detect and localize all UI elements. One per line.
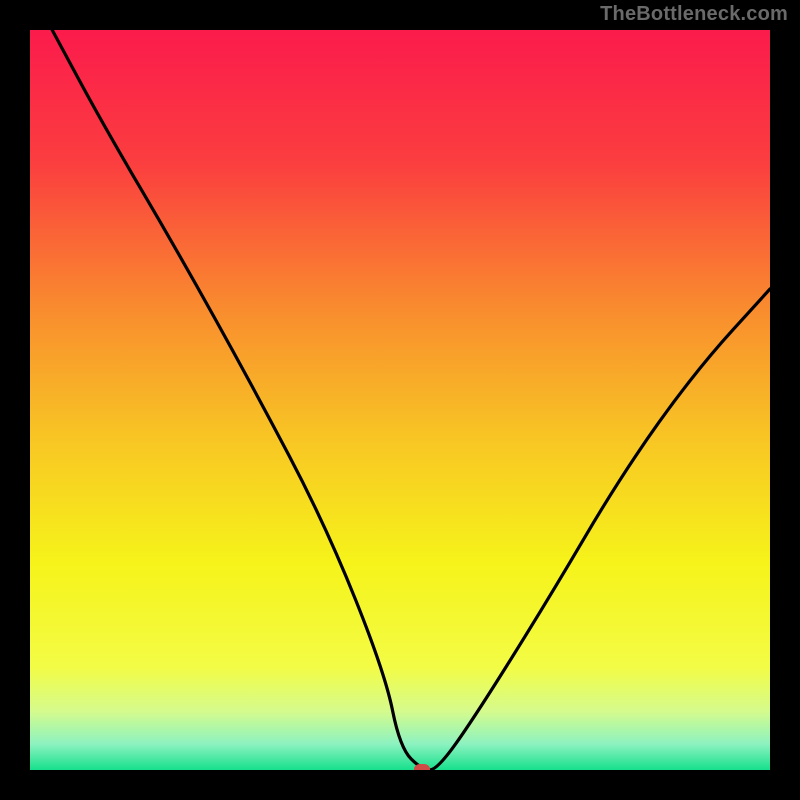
- bottleneck-chart: [30, 30, 770, 770]
- attribution-text: TheBottleneck.com: [600, 3, 788, 26]
- gradient-rect: [30, 30, 770, 770]
- plot-area: [30, 30, 770, 770]
- optimal-point-marker: [414, 764, 430, 770]
- chart-frame: TheBottleneck.com: [0, 0, 800, 800]
